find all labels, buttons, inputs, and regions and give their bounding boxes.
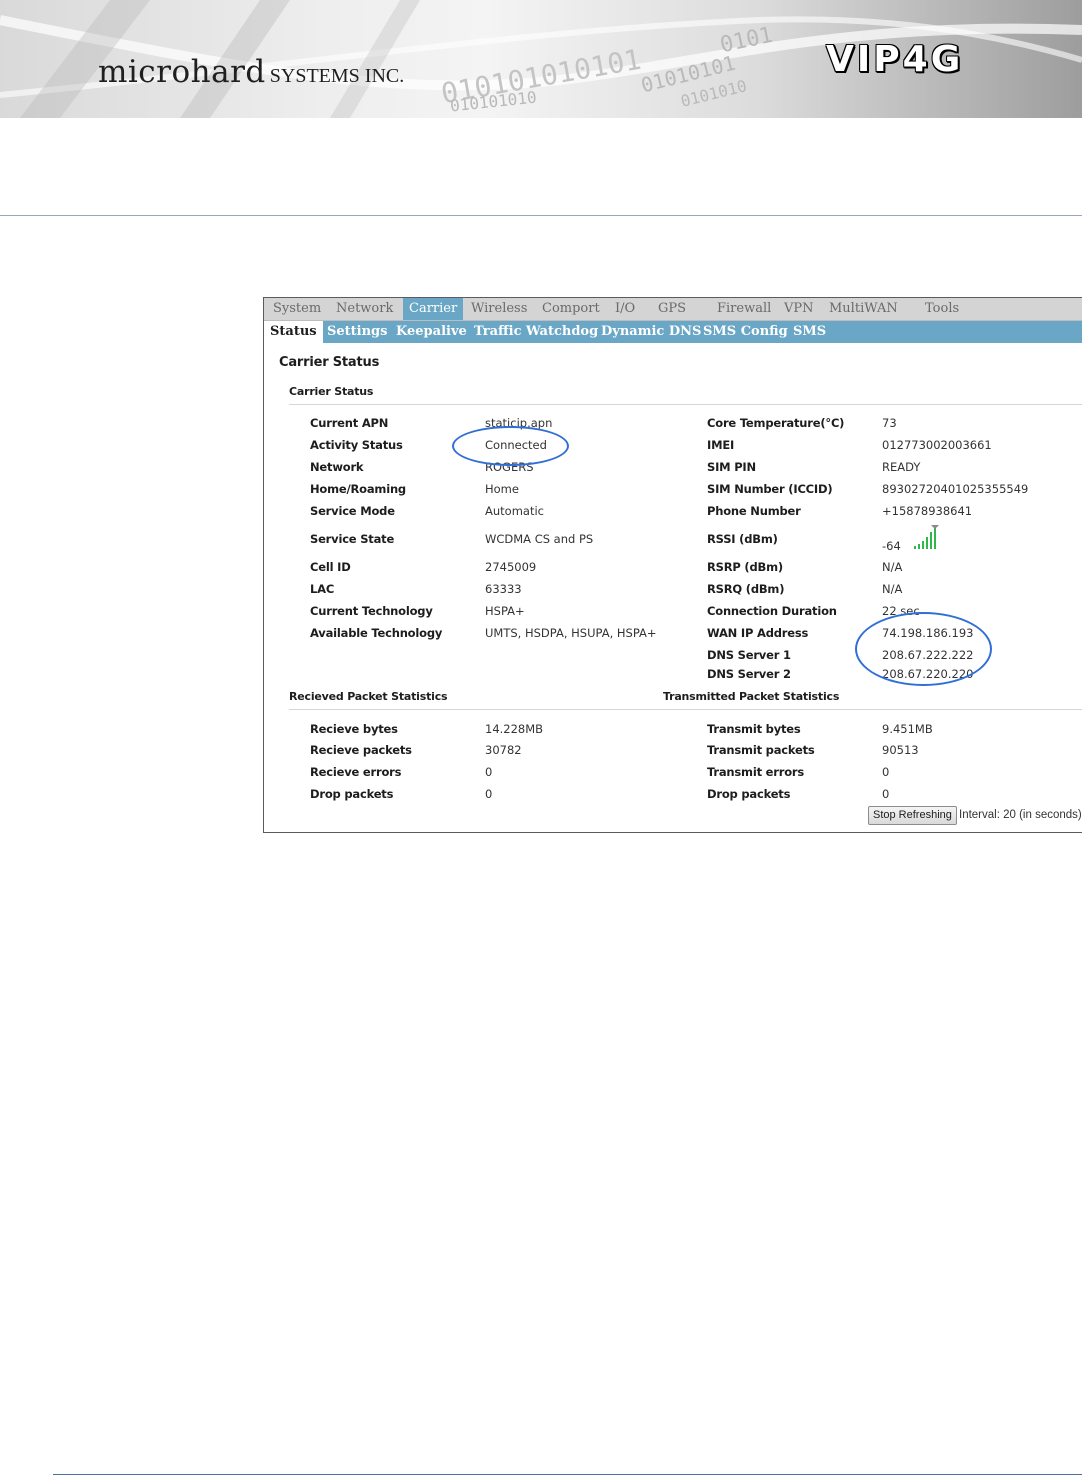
company-name: microhard [98,54,266,90]
subtab-status[interactable]: Status [264,321,323,343]
value-transmit-packets: 90513 [882,743,919,757]
label-transmit-packets: Transmit packets [707,743,815,757]
label-connection-duration: Connection Duration [707,604,837,618]
value-rsrq: N/A [882,582,903,596]
label-transmit-errors: Transmit errors [707,765,805,779]
company-logo: microhard SYSTEMS INC. [98,54,404,90]
value-tx-drop-packets: 0 [882,787,890,801]
label-activity-status: Activity Status [310,438,403,452]
value-available-technology: UMTS, HSDPA, HSUPA, HSPA+ [485,626,657,640]
value-service-mode: Automatic [485,504,544,518]
signal-strength-icon [914,525,939,549]
label-recieve-errors: Recieve errors [310,765,402,779]
value-recieve-bytes: 14.228MB [485,722,544,736]
tab-tools[interactable]: Tools [925,298,959,320]
section-title-received: Recieved Packet Statistics [289,690,448,703]
subtab-sms-config[interactable]: SMS Config [703,321,788,343]
footer-divider [53,1474,1082,1475]
subtab-sms[interactable]: SMS [793,321,826,343]
section-divider [289,404,1082,405]
header-divider [0,215,1082,216]
value-rx-drop-packets: 0 [485,787,493,801]
label-transmit-bytes: Transmit bytes [707,722,801,736]
tab-comport[interactable]: Comport [542,298,600,320]
label-rssi: RSSI (dBm) [707,532,778,546]
packet-divider [289,709,1082,710]
label-sim-pin: SIM PIN [707,460,756,474]
highlight-circle-connected [452,426,569,466]
value-lac: 63333 [485,582,522,596]
value-sim-pin: READY [882,460,921,474]
subtab-keepalive[interactable]: Keepalive [396,321,467,343]
tab-network[interactable]: Network [336,298,393,320]
tab-gps[interactable]: GPS [658,298,686,320]
tab-io[interactable]: I/O [615,298,635,320]
highlight-circle-wan [855,612,992,686]
tab-vpn[interactable]: VPN [784,298,814,320]
tab-system[interactable]: System [273,298,321,320]
label-network: Network [310,460,364,474]
value-rsrp: N/A [882,560,903,574]
label-current-apn: Current APN [310,416,389,430]
sub-tab-bar: Status Settings Keepalive Traffic Watchd… [264,321,1082,343]
label-available-technology: Available Technology [310,626,443,640]
label-core-temperature: Core Temperature(°C) [707,416,845,430]
value-core-temperature: 73 [882,416,897,430]
label-imei: IMEI [707,438,735,452]
label-recieve-bytes: Recieve bytes [310,722,398,736]
label-wan-ip: WAN IP Address [707,626,809,640]
product-name: VIP4G [826,39,964,80]
section-title-transmitted: Transmitted Packet Statistics [663,690,840,703]
tab-multiwan[interactable]: MultiWAN [829,298,898,320]
main-tab-bar: System Network Carrier Wireless Comport … [264,298,1082,321]
subtab-traffic-watchdog[interactable]: Traffic Watchdog [474,321,598,343]
label-lac: LAC [310,582,335,596]
value-phone-number: +15878938641 [882,504,973,518]
subtab-settings[interactable]: Settings [327,321,387,343]
value-service-state: WCDMA CS and PS [485,532,594,546]
company-suffix: SYSTEMS INC. [269,65,405,87]
tab-carrier[interactable]: Carrier [403,298,464,320]
label-rsrp: RSRP (dBm) [707,560,783,574]
label-phone-number: Phone Number [707,504,801,518]
header-banner: 0101 010101010101 01010101 0101010 01010… [0,0,1082,118]
value-recieve-packets: 30782 [485,743,522,757]
label-service-mode: Service Mode [310,504,395,518]
subtab-dynamic-dns[interactable]: Dynamic DNS [601,321,701,343]
value-imei: 012773002003661 [882,438,992,452]
section-title-carrier: Carrier Status [289,385,374,398]
value-rssi: -64 [882,539,901,553]
label-tx-drop-packets: Drop packets [707,787,791,801]
label-dns-server-1: DNS Server 1 [707,648,791,662]
label-rsrq: RSRQ (dBm) [707,582,785,596]
carrier-status-screenshot: System Network Carrier Wireless Comport … [263,297,1082,833]
value-sim-number: 89302720401025355549 [882,482,1029,496]
label-cell-id: Cell ID [310,560,351,574]
page-title: Carrier Status [279,355,380,370]
label-recieve-packets: Recieve packets [310,743,412,757]
label-current-technology: Current Technology [310,604,433,618]
refresh-interval-text: Interval: 20 (in seconds) [959,809,1082,821]
label-dns-server-2: DNS Server 2 [707,667,791,681]
label-home-roaming: Home/Roaming [310,482,406,496]
tab-firewall[interactable]: Firewall [717,298,771,320]
tab-wireless[interactable]: Wireless [471,298,527,320]
value-transmit-errors: 0 [882,765,890,779]
label-service-state: Service State [310,532,395,546]
value-home-roaming: Home [485,482,519,496]
value-transmit-bytes: 9.451MB [882,722,933,736]
value-recieve-errors: 0 [485,765,493,779]
stop-refreshing-button[interactable]: Stop Refreshing [868,806,957,825]
value-cell-id: 2745009 [485,560,537,574]
label-sim-number: SIM Number (ICCID) [707,482,833,496]
label-rx-drop-packets: Drop packets [310,787,394,801]
value-current-technology: HSPA+ [485,604,525,618]
